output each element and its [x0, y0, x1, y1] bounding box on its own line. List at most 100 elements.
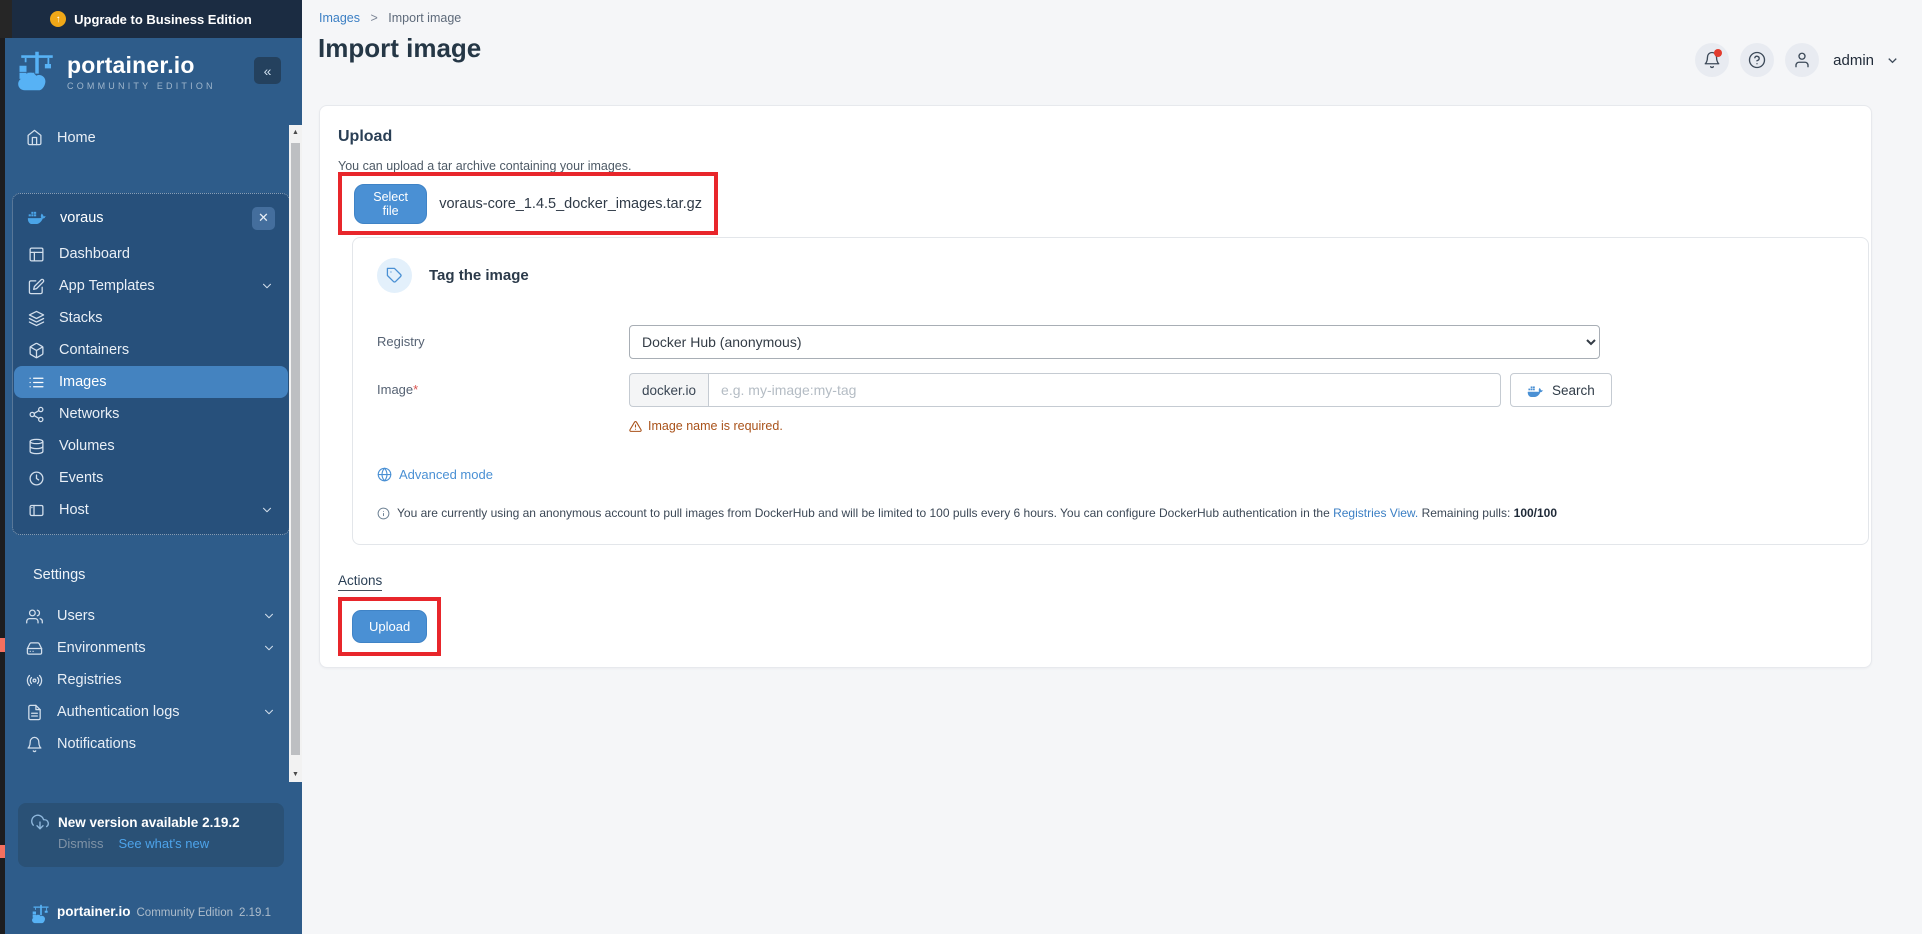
actions-section-heading: Actions [338, 573, 382, 591]
sidebar-item-home[interactable]: Home [12, 122, 290, 153]
arrow-up-circle-icon: ↑ [50, 11, 66, 27]
chevron-down-icon [262, 705, 276, 719]
page-title: Import image [318, 33, 481, 64]
selected-file-name: voraus-core_1.4.5_docker_images.tar.gz [439, 196, 702, 212]
tag-section-title: Tag the image [429, 267, 529, 284]
image-input-group: docker.io [629, 373, 1501, 407]
chevron-down-icon [262, 641, 276, 655]
upgrade-banner-label: Upgrade to Business Edition [74, 12, 252, 27]
image-prefix: docker.io [629, 373, 708, 407]
sidebar-item-label: Host [59, 502, 89, 518]
sidebar-item-label: Environments [57, 640, 146, 656]
registries-view-link[interactable]: Registries View. [1333, 506, 1418, 520]
error-text: Image name is required. [648, 419, 783, 433]
sidebar-item-users[interactable]: Users [12, 600, 290, 632]
sidebar-item-label: App Templates [59, 278, 155, 294]
breadcrumb-current: Import image [388, 11, 461, 25]
docker-whale-icon [1527, 383, 1544, 397]
sidebar-item-registries[interactable]: Registries [12, 664, 290, 696]
portainer-logo-icon [16, 50, 58, 92]
sidebar-item-app-templates[interactable]: App Templates [14, 270, 288, 302]
upload-button[interactable]: Upload [352, 610, 427, 643]
scrollbar-down-arrow[interactable]: ▼ [289, 767, 302, 782]
alert-triangle-icon [629, 420, 642, 433]
update-notice: New version available 2.19.2 Dismiss See… [18, 803, 284, 867]
info-icon [377, 507, 390, 520]
sidebar-item-containers[interactable]: Containers [14, 334, 288, 366]
screen-edge-corner [0, 0, 12, 38]
search-button-label: Search [1552, 383, 1595, 398]
upgrade-banner[interactable]: ↑ Upgrade to Business Edition [0, 0, 302, 38]
app-templates-icon [28, 277, 46, 295]
sidebar-item-label: Registries [57, 672, 121, 688]
networks-icon [28, 405, 46, 423]
dashboard-icon [28, 245, 46, 263]
tag-image-section: Tag the image Registry Docker Hub (anony… [352, 237, 1869, 545]
sidebar-item-events[interactable]: Events [14, 462, 288, 494]
registries-icon [26, 671, 44, 689]
select-file-button[interactable]: Select file [354, 184, 427, 224]
import-image-card: Upload You can upload a tar archive cont… [319, 105, 1872, 668]
user-menu[interactable]: admin [1833, 52, 1874, 69]
chevron-down-icon[interactable] [1885, 53, 1900, 68]
brand-name: portainer.io [67, 52, 216, 79]
sidebar: ↑ Upgrade to Business Edition portainer.… [0, 0, 302, 934]
help-button[interactable] [1740, 43, 1774, 77]
sidebar-item-dashboard[interactable]: Dashboard [14, 238, 288, 270]
sidebar-item-label: Users [57, 608, 95, 624]
stacks-icon [28, 309, 46, 327]
scrollbar-up-arrow[interactable]: ▲ [289, 125, 302, 140]
remaining-pulls-value: 100/100 [1514, 506, 1557, 520]
sidebar-item-images[interactable]: Images [14, 366, 288, 398]
sidebar-item-label: Authentication logs [57, 704, 180, 720]
sidebar-item-label: Volumes [59, 438, 115, 454]
breadcrumb-separator: > [370, 11, 377, 25]
breadcrumb-images-link[interactable]: Images [319, 11, 360, 25]
notifications-bell-button[interactable] [1695, 43, 1729, 77]
scrollbar-thumb[interactable] [291, 143, 300, 755]
see-whats-new-link[interactable]: See what's new [119, 836, 210, 851]
notifications-icon [26, 735, 44, 753]
sidebar-item-label: Home [57, 130, 96, 146]
sidebar-item-notifications[interactable]: Notifications [12, 728, 290, 760]
sidebar-item-volumes[interactable]: Volumes [14, 430, 288, 462]
registry-select[interactable]: Docker Hub (anonymous) [629, 325, 1600, 359]
dismiss-link[interactable]: Dismiss [58, 836, 104, 851]
home-icon [26, 129, 44, 147]
sidebar-item-host[interactable]: Host [14, 494, 288, 526]
screen-edge-strip [0, 38, 5, 934]
registry-label: Registry [377, 325, 629, 349]
globe-icon [377, 467, 392, 482]
auth-logs-icon [26, 703, 44, 721]
advanced-mode-label: Advanced mode [399, 467, 493, 482]
main-content: Images > Import image Import image admin… [302, 0, 1922, 934]
sidebar-item-environments[interactable]: Environments [12, 632, 290, 664]
image-name-input[interactable] [708, 373, 1501, 407]
update-notice-title: New version available 2.19.2 [58, 815, 240, 830]
image-required-error: Image name is required. [629, 419, 1844, 433]
sidebar-item-authentication-logs[interactable]: Authentication logs [12, 696, 290, 728]
sidebar-item-stacks[interactable]: Stacks [14, 302, 288, 334]
host-icon [28, 501, 46, 519]
docker-whale-icon [27, 208, 47, 228]
sidebar-item-label: Events [59, 470, 103, 486]
chevron-down-icon [262, 609, 276, 623]
sidebar-item-label: Networks [59, 406, 119, 422]
portainer-footer-logo-icon [31, 904, 51, 924]
footer-brand: portainer.io [57, 904, 131, 919]
sidebar-item-label: Stacks [59, 310, 103, 326]
chevron-down-icon [260, 279, 274, 293]
advanced-mode-link[interactable]: Advanced mode [377, 467, 493, 482]
environment-header[interactable]: voraus ✕ [14, 198, 288, 238]
user-avatar[interactable] [1785, 43, 1819, 77]
annotation-box-select-file: Select file voraus-core_1.4.5_docker_ima… [338, 172, 718, 235]
sidebar-collapse-button[interactable]: « [254, 57, 281, 84]
close-icon[interactable]: ✕ [252, 207, 275, 230]
help-circle-icon [1748, 51, 1766, 69]
images-icon [28, 373, 46, 391]
sidebar-item-label: Notifications [57, 736, 136, 752]
sidebar-item-label: Dashboard [59, 246, 130, 262]
sidebar-item-label: Containers [59, 342, 129, 358]
sidebar-item-networks[interactable]: Networks [14, 398, 288, 430]
search-button[interactable]: Search [1510, 373, 1612, 407]
